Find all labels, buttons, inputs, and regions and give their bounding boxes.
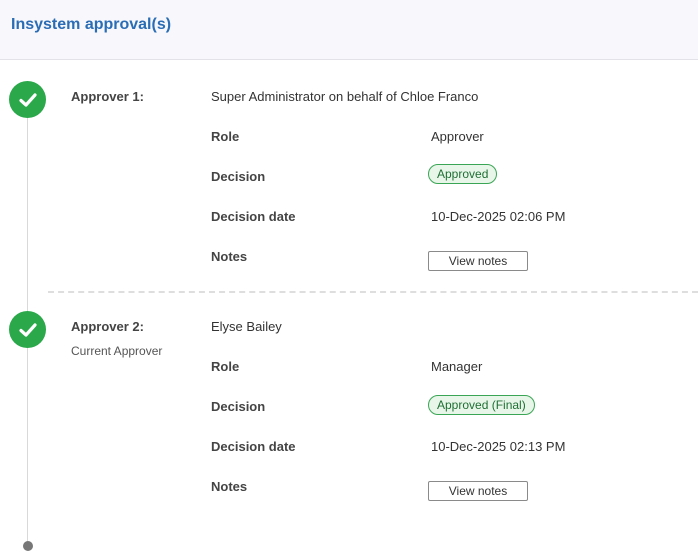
role-value: Manager [431, 359, 483, 374]
approver-label: Approver 2: [71, 319, 144, 334]
decision-date-label: Decision date [211, 439, 296, 454]
approver-name: Elyse Bailey [211, 319, 282, 334]
role-label: Role [211, 359, 240, 374]
approver-name: Super Administrator on behalf of Chloe F… [211, 89, 479, 104]
approver-label: Approver 1: [71, 89, 144, 104]
decision-date-value: 10-Dec-2025 02:13 PM [431, 439, 566, 454]
page-header: Insystem approval(s) [0, 0, 698, 60]
check-icon [9, 311, 46, 348]
notes-label: Notes [211, 249, 248, 264]
check-icon [9, 81, 46, 118]
view-notes-button[interactable]: View notes [428, 481, 528, 501]
decision-date-label: Decision date [211, 209, 296, 224]
dot-icon [23, 541, 33, 551]
decision-label: Decision [211, 399, 266, 414]
decision-status-badge: Approved (Final) [428, 395, 535, 415]
page-title: Insystem approval(s) [11, 16, 172, 33]
role-value: Approver [431, 129, 484, 144]
role-label: Role [211, 129, 240, 144]
notes-label: Notes [211, 479, 248, 494]
current-approver-label: Current Approver [71, 344, 163, 358]
decision-date-value: 10-Dec-2025 02:06 PM [431, 209, 566, 224]
view-notes-button[interactable]: View notes [428, 251, 528, 271]
approver-divider [48, 291, 698, 293]
decision-label: Decision [211, 169, 266, 184]
decision-status-badge: Approved [428, 164, 498, 184]
